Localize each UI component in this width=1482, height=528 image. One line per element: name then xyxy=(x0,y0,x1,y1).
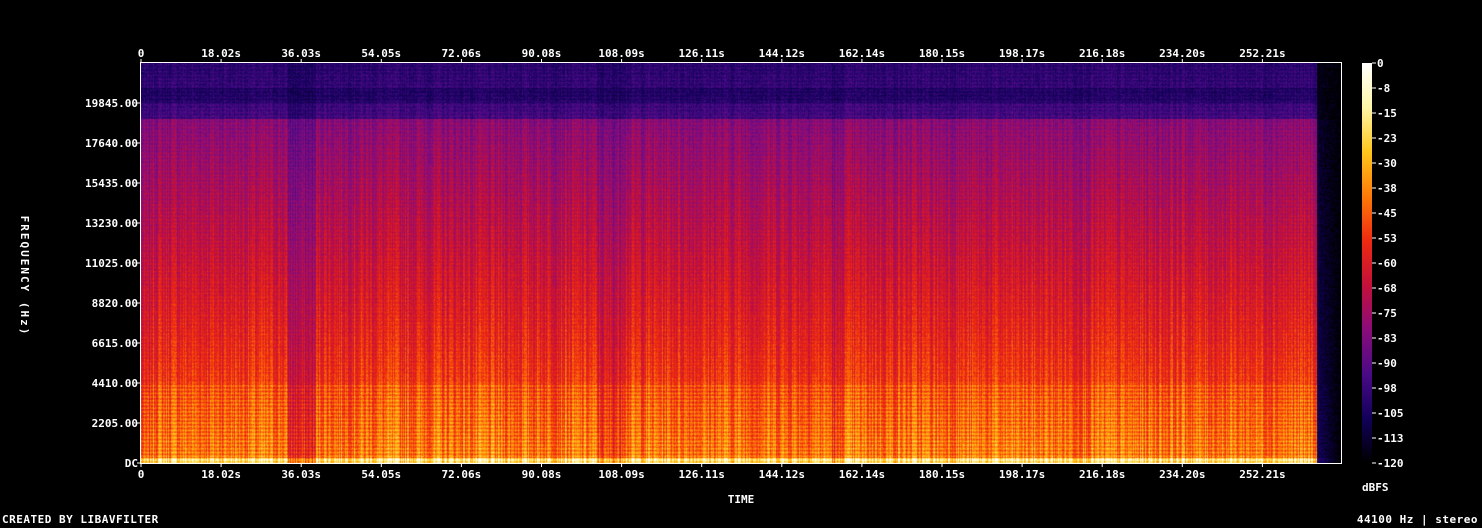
y-tick-label: 11025.00 xyxy=(85,257,138,270)
y-tick-label: 17640.00 xyxy=(85,137,138,150)
x-tick-label: 54.05s xyxy=(361,468,401,481)
x-tick-label: 180.15s xyxy=(919,468,965,481)
colorbar-tick-label: -15 xyxy=(1377,107,1397,120)
colorbar-tick-label: -8 xyxy=(1377,82,1390,95)
x-tick-label: 18.02s xyxy=(201,468,241,481)
x-tick-label: 162.14s xyxy=(839,468,885,481)
x-tick-label: 36.03s xyxy=(281,47,321,60)
colorbar-tick-label: -45 xyxy=(1377,207,1397,220)
x-tick-label: 252.21s xyxy=(1239,468,1285,481)
y-axis-label: FREQUENCY (Hz) xyxy=(18,216,31,337)
x-axis-top: 0 18.02s 36.03s 54.05s 72.06s 90.08s 108.09s 12… xyxy=(138,47,1286,63)
colorbar-tick-label: -105 xyxy=(1377,407,1404,420)
x-tick-label: 0 xyxy=(138,47,145,60)
colorbar-tick-label: -68 xyxy=(1377,282,1397,295)
x-tick-label: 144.12s xyxy=(759,47,805,60)
y-tick-label: 2205.00 xyxy=(92,417,138,430)
colorbar-tick-label: -83 xyxy=(1377,332,1397,345)
colorbar-tick-label: -113 xyxy=(1377,432,1404,445)
spectrogram-image xyxy=(141,63,1341,463)
colorbar-tick-label: -60 xyxy=(1377,257,1397,270)
x-tick-label: 198.17s xyxy=(999,468,1045,481)
x-tick-label: 108.09s xyxy=(598,47,644,60)
y-tick-label: 6615.00 xyxy=(92,337,138,350)
colorbar-tick-label: 0 xyxy=(1377,57,1384,70)
y-tick-label: 13230.00 xyxy=(85,217,138,230)
x-tick-label: 234.20s xyxy=(1159,47,1205,60)
x-tick-label: 252.21s xyxy=(1239,47,1285,60)
colorbar-tick-label: -90 xyxy=(1377,357,1397,370)
x-tick-label: 90.08s xyxy=(522,47,562,60)
x-tick-label: 144.12s xyxy=(759,468,805,481)
x-tick-label: 36.03s xyxy=(281,468,321,481)
colorbar-tick-label: -53 xyxy=(1377,232,1397,245)
y-axis: DC 2205.00 4410.00 6615.00 8820.00 11025.00 13… xyxy=(85,97,141,470)
y-tick-label: 15435.00 xyxy=(85,177,138,190)
colorbar-tick-label: -98 xyxy=(1377,382,1397,395)
spectrogram-plot xyxy=(140,62,1342,464)
colorbar-label: dBFS xyxy=(1362,481,1389,494)
x-tick-label: 162.14s xyxy=(839,47,885,60)
colorbar-tick-label: -23 xyxy=(1377,132,1397,145)
colorbar-tick-label: -38 xyxy=(1377,182,1397,195)
spectrogram-chart: 0 18.02s 36.03s 54.05s 72.06s 90.08s 108.09s 12… xyxy=(18,47,1404,506)
x-tick-label: 126.11s xyxy=(679,47,725,60)
y-tick-label: 4410.00 xyxy=(92,377,138,390)
x-tick-label: 18.02s xyxy=(201,47,241,60)
x-tick-label: 198.17s xyxy=(999,47,1045,60)
colorbar-tick-label: -75 xyxy=(1377,307,1397,320)
x-tick-label: 234.20s xyxy=(1159,468,1205,481)
x-tick-label: 216.18s xyxy=(1079,468,1125,481)
colorbar: 0 -8 -15 -23 -30 -38 -45 -53 -60 -68 -75 -83 -90 -98 -… xyxy=(1362,57,1404,470)
x-tick-label: 216.18s xyxy=(1079,47,1125,60)
x-tick-label: 0 xyxy=(138,468,145,481)
colorbar-gradient xyxy=(1362,63,1372,463)
x-tick-label: 180.15s xyxy=(919,47,965,60)
x-tick-label: 90.08s xyxy=(522,468,562,481)
credit-text: CREATED BY LIBAVFILTER xyxy=(2,513,159,526)
y-tick-label: 8820.00 xyxy=(92,297,138,310)
x-tick-label: 54.05s xyxy=(361,47,401,60)
x-tick-label: 72.06s xyxy=(442,468,482,481)
y-tick-label: 19845.00 xyxy=(85,97,138,110)
colorbar-tick-label: -120 xyxy=(1377,457,1404,470)
sample-rate-text: 44100 Hz | stereo xyxy=(1356,513,1478,526)
y-tick-label: DC xyxy=(125,457,138,470)
x-axis-bottom: 0 18.02s 36.03s 54.05s 72.06s 90.08s 108.09s 12… xyxy=(138,463,1286,481)
x-tick-label: 72.06s xyxy=(442,47,482,60)
x-tick-label: 126.11s xyxy=(679,468,725,481)
x-axis-label: TIME xyxy=(728,493,755,506)
colorbar-tick-label: -30 xyxy=(1377,157,1397,170)
x-tick-label: 108.09s xyxy=(598,468,644,481)
